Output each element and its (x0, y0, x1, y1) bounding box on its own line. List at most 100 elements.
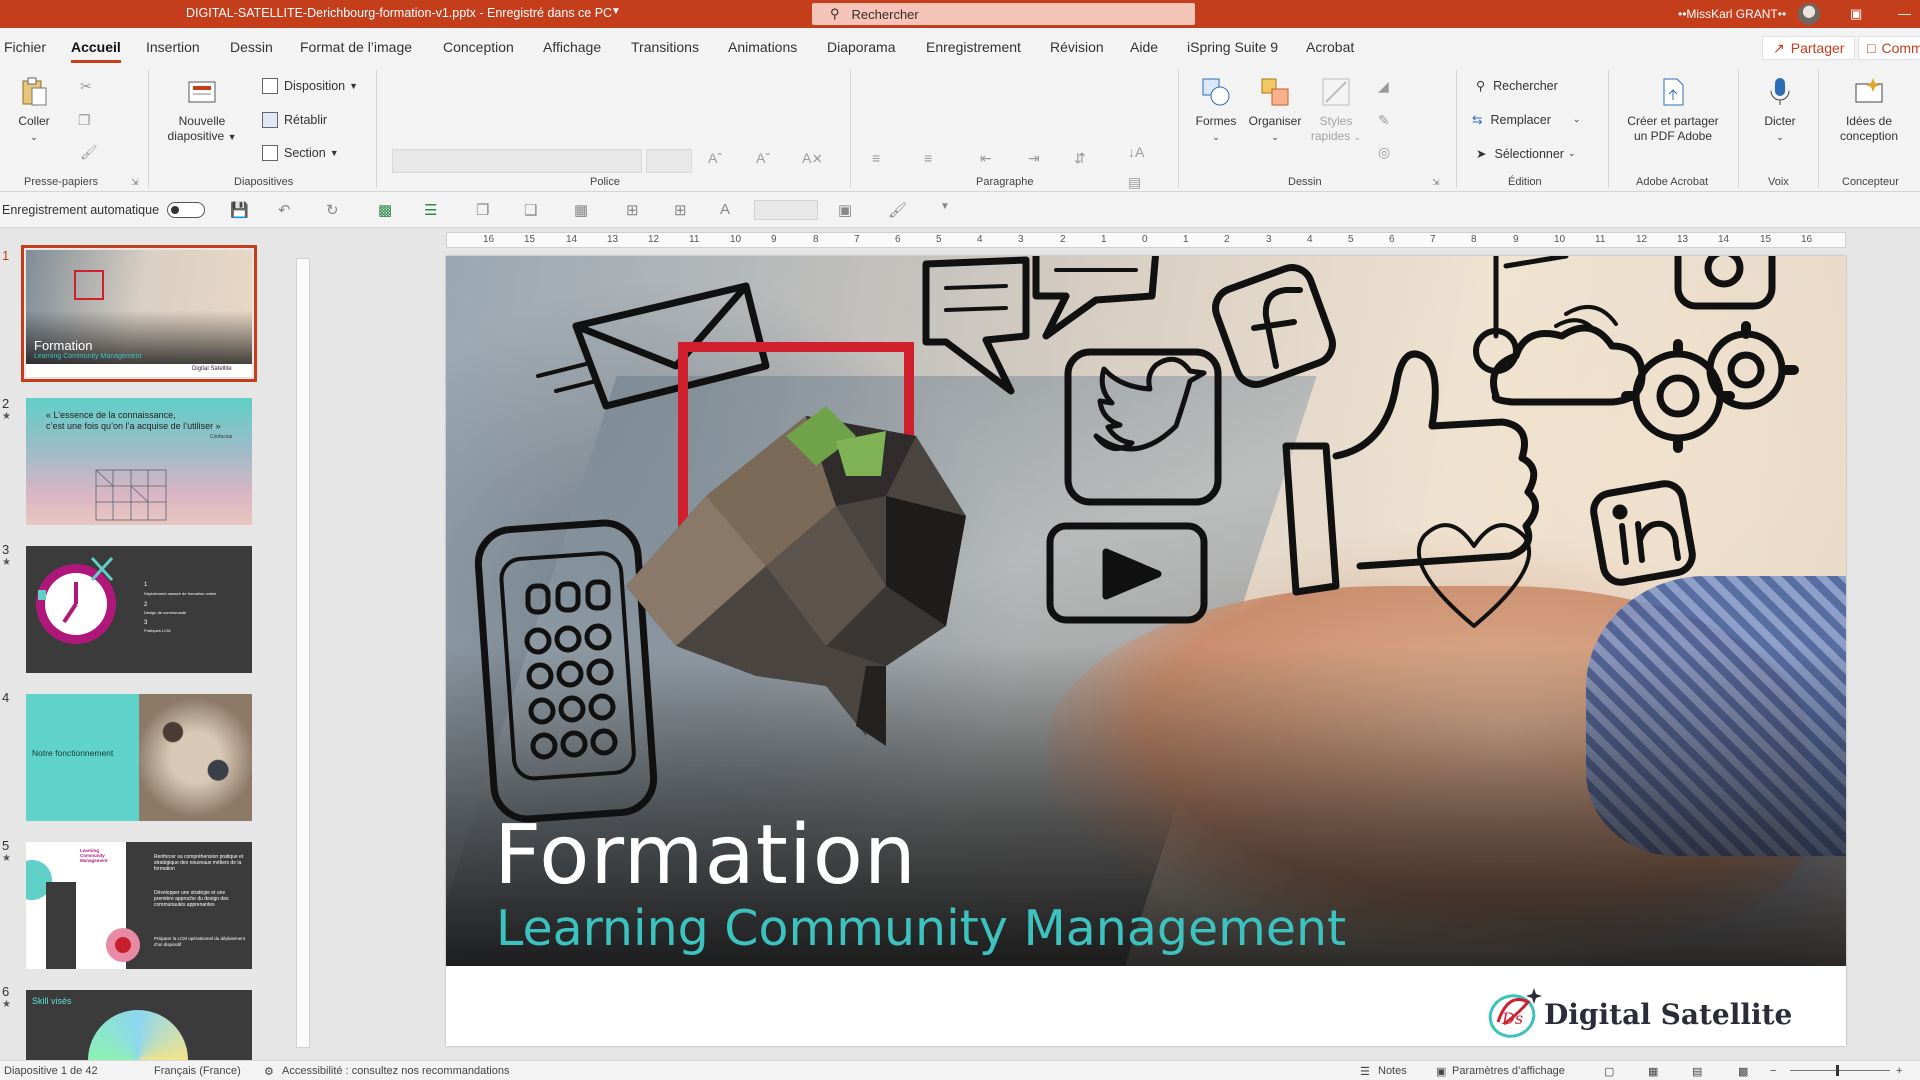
increase-indent-icon[interactable]: ⇥ (1028, 150, 1040, 167)
thumbnail-slide-2[interactable]: « L’essence de la connaissance, c’est un… (26, 398, 252, 525)
find-button[interactable]: ⚲ Rechercher (1476, 78, 1558, 94)
tab-acrobat[interactable]: Acrobat (1306, 39, 1354, 55)
document-title[interactable]: DIGITAL-SATELLITE-Derichbourg-formation-… (186, 6, 612, 20)
slide-sorter-icon[interactable]: ▦ (1648, 1065, 1658, 1078)
tab-ispring[interactable]: iSpring Suite 9 (1187, 39, 1278, 55)
text-direction-icon[interactable]: ↓A (1128, 144, 1144, 160)
search-box[interactable]: ⚲ Rechercher (812, 3, 1195, 25)
chevron-down-icon: ⌄ (1567, 148, 1576, 158)
layout-button[interactable]: Disposition ▼ (262, 78, 358, 94)
slideshow-view-icon[interactable]: ▩ (1738, 1065, 1748, 1078)
redo-icon[interactable]: ↻ (326, 201, 339, 219)
user-name[interactable]: ••MissKarl GRANT•• (1678, 7, 1786, 21)
notes-button[interactable]: Notes (1378, 1065, 1407, 1077)
shapes-button[interactable]: Formes ⌄ (1192, 76, 1240, 145)
distribute-icon[interactable]: ⊞ (674, 201, 687, 219)
tab-revision[interactable]: Révision (1050, 39, 1104, 55)
tab-dessin[interactable]: Dessin (230, 39, 273, 55)
language-indicator[interactable]: Français (France) (154, 1065, 241, 1077)
comments-button[interactable]: □ Commentaires (1858, 36, 1920, 60)
align-icon[interactable]: ☰ (424, 201, 437, 219)
numbering-icon[interactable]: ≡ (924, 150, 932, 166)
design-ideas-button[interactable]: Idées de conception (1826, 76, 1912, 144)
drawing-launcher-icon[interactable]: ⇲ (1432, 177, 1440, 188)
align-text-icon[interactable]: ▤ (1128, 174, 1141, 191)
decrease-font-icon[interactable]: Aˇ (756, 150, 770, 166)
select-button[interactable]: ➤ Sélectionner ⌄ (1476, 146, 1576, 162)
effects-icon[interactable]: ◎ (1378, 144, 1390, 161)
zoom-slider[interactable] (1790, 1070, 1890, 1071)
decrease-indent-icon[interactable]: ⇤ (980, 150, 992, 167)
thumbnail-number: 3 ★ (2, 542, 11, 568)
tab-format-image[interactable]: Format de l’image (300, 39, 412, 55)
slide-counter[interactable]: Diapositive 1 de 42 (4, 1065, 98, 1077)
tab-transitions[interactable]: Transitions (631, 39, 699, 55)
tab-animations[interactable]: Animations (728, 39, 797, 55)
arrange-button[interactable]: Organiser ⌄ (1246, 76, 1304, 145)
fill-icon[interactable]: ◢ (1378, 78, 1389, 95)
font-name-input[interactable] (392, 149, 642, 173)
zoom-out-icon[interactable]: − (1770, 1065, 1776, 1077)
undo-icon[interactable]: ↶ (278, 201, 291, 219)
thumbnail-slide-4[interactable]: Notre fonctionnement (26, 694, 252, 821)
section-button[interactable]: Section ▼ (262, 145, 339, 161)
picture-icon[interactable]: ▣ (838, 201, 852, 219)
table-icon[interactable]: ▦ (574, 201, 588, 219)
accessibility-status[interactable]: Accessibilité : consultez nos recommanda… (282, 1065, 509, 1077)
autosave-toggle[interactable] (167, 202, 205, 218)
thumbnail-slide-1[interactable]: Formation Learning Community Management … (21, 245, 257, 382)
reset-button[interactable]: Rétablir (262, 112, 327, 128)
tab-enregistrement[interactable]: Enregistrement (926, 39, 1021, 55)
line-spacing-icon[interactable]: ⇵ (1074, 150, 1086, 167)
thumbnail-slide-5[interactable]: Learning Community Management Renforcer … (26, 842, 252, 969)
thumbnail-slide-6[interactable]: Skill visés (26, 990, 252, 1060)
normal-view-icon[interactable]: ▢ (1604, 1065, 1614, 1078)
bullets-icon[interactable]: ≡ (872, 150, 880, 166)
share-button[interactable]: ↗ Partager (1762, 36, 1856, 60)
slide-subtitle[interactable]: Learning Community Management (496, 900, 1346, 957)
slide-canvas[interactable]: Formation Learning Community Management … (446, 256, 1846, 1046)
clipboard-launcher-icon[interactable]: ⇲ (131, 177, 139, 188)
cut-icon[interactable]: ✂ (80, 78, 92, 95)
create-pdf-button[interactable]: Créer et partager un PDF Adobe (1618, 76, 1728, 144)
customize-qat-icon[interactable]: ▼ (940, 201, 950, 212)
avatar[interactable] (1798, 3, 1820, 25)
copy-icon[interactable]: ❐ (78, 112, 91, 129)
new-slide-button[interactable]: Nouvelle diapositive ▼ (164, 76, 240, 145)
zoom-in-icon[interactable]: + (1896, 1065, 1902, 1077)
title-dropdown-icon[interactable]: ▼ (611, 6, 621, 17)
start-slideshow-icon[interactable]: ▩ (378, 201, 392, 219)
tab-aide[interactable]: Aide (1130, 39, 1158, 55)
slide-title[interactable]: Formation (494, 808, 917, 903)
display-settings-button[interactable]: Paramètres d’affichage (1452, 1065, 1565, 1077)
tab-diaporama[interactable]: Diaporama (827, 39, 895, 55)
quick-styles-button[interactable]: Styles rapides ⌄ (1310, 76, 1362, 145)
tab-accueil[interactable]: Accueil (71, 39, 121, 63)
font-color-icon[interactable]: A (720, 201, 730, 218)
format-painter-icon[interactable]: 🖌 (80, 144, 98, 161)
tab-insertion[interactable]: Insertion (146, 39, 200, 55)
reading-view-icon[interactable]: ▤ (1692, 1065, 1702, 1078)
crop-icon[interactable]: ⊞ (626, 201, 639, 219)
format-painter-icon[interactable]: 🖌 (888, 201, 907, 219)
zoom-slider-thumb[interactable] (1836, 1065, 1839, 1076)
ungroup-icon[interactable]: ❑ (524, 201, 537, 219)
thumbnail-slide-3[interactable]: 1 Déploiement rassuré de formation onlin… (26, 546, 252, 673)
font-size-quick-input[interactable] (754, 200, 818, 220)
clear-format-icon[interactable]: A⨯ (802, 150, 823, 167)
tab-conception[interactable]: Conception (443, 39, 514, 55)
dictate-button[interactable]: Dicter ⌄ (1752, 76, 1808, 145)
minimize-icon[interactable]: — (1898, 6, 1911, 21)
comment-icon: □ (1867, 40, 1876, 56)
replace-button[interactable]: ⇆ Remplacer ⌄ (1472, 112, 1580, 128)
ribbon-display-icon[interactable]: ▣ (1850, 6, 1862, 22)
paste-button[interactable]: Coller ⌄ (14, 76, 54, 145)
tab-affichage[interactable]: Affichage (543, 39, 601, 55)
font-size-input[interactable] (646, 149, 692, 173)
outline-icon[interactable]: ✎ (1378, 112, 1390, 129)
increase-font-icon[interactable]: Aˆ (708, 150, 722, 166)
tab-fichier[interactable]: Fichier (4, 39, 46, 55)
save-icon[interactable]: 💾 (230, 201, 249, 219)
group-icon[interactable]: ❐ (476, 201, 489, 219)
chevron-down-icon: ⌄ (1353, 132, 1362, 142)
